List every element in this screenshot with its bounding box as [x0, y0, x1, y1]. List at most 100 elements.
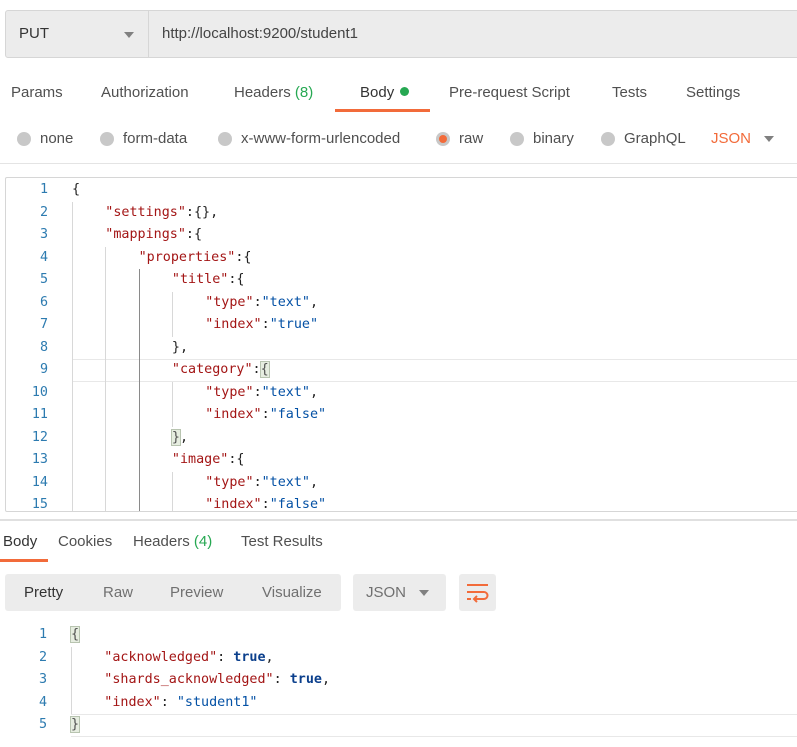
code-token-punc: , — [310, 384, 319, 400]
radio-circle-icon — [17, 131, 31, 146]
code-line: }, — [72, 427, 797, 450]
code-token-str: "false" — [269, 497, 327, 512]
line-number: 5 — [39, 272, 48, 287]
tab-pre-request-script[interactable]: Pre-request Script — [449, 84, 570, 101]
code-token-key: "acknowledged" — [104, 649, 218, 665]
code-token-str: "student1" — [176, 694, 258, 710]
view-pretty-button[interactable]: Pretty — [24, 584, 63, 601]
code-token-key: "index" — [205, 317, 262, 332]
line-number: 1 — [39, 182, 48, 197]
chevron-down-icon[interactable] — [764, 136, 774, 142]
line-number: 2 — [39, 204, 48, 220]
code-token-punc: : — [252, 362, 261, 377]
line-number: 5 — [38, 717, 47, 732]
radio-binary[interactable]: binary — [510, 130, 574, 147]
tab-label: Body — [360, 84, 395, 101]
code-line: "acknowledged": true, — [71, 647, 797, 670]
pane-divider[interactable] — [0, 519, 797, 521]
method-select[interactable]: PUT — [6, 11, 149, 57]
line-number: 13 — [31, 452, 48, 467]
code-token-punc: : — [253, 384, 262, 400]
code-token-punc: : — [253, 294, 262, 310]
indent-guide — [138, 269, 140, 511]
line-number: 10 — [31, 384, 48, 400]
tab-tests[interactable]: Tests — [612, 84, 647, 101]
radio-label: binary — [533, 130, 574, 147]
code-token-punc: : — [160, 694, 177, 710]
radio-label: none — [40, 130, 74, 147]
line-number: 9 — [39, 362, 48, 377]
url-input[interactable]: http://localhost:9200/student1 — [162, 25, 358, 42]
code-token-punc: :{ — [228, 272, 245, 287]
wrap-icon — [467, 584, 489, 603]
indent-guide — [171, 381, 173, 427]
active-tab-indicator — [335, 109, 430, 112]
tab-params[interactable]: Params — [11, 84, 63, 101]
view-raw-button[interactable]: Raw — [103, 584, 133, 601]
radio-circle-icon — [218, 131, 232, 146]
indent-guide — [71, 646, 72, 714]
code-token-str: "true" — [269, 317, 319, 332]
green-dot-icon — [400, 87, 410, 96]
radio-circle-icon — [100, 131, 114, 146]
code-token-key: "settings" — [105, 204, 186, 220]
line-number: 14 — [31, 474, 48, 490]
code-token-key: "index" — [205, 497, 262, 512]
radio-label: raw — [459, 130, 484, 147]
response-tab-test-results[interactable]: Test Results — [241, 533, 323, 550]
line-number: 8 — [39, 339, 48, 355]
code-token-punc: { — [72, 182, 81, 197]
code-line: { — [72, 179, 797, 202]
view-preview-button[interactable]: Preview — [170, 584, 223, 601]
wrap-lines-button[interactable] — [459, 574, 496, 611]
code-token-punc: , — [265, 649, 274, 665]
code-line: "mappings":{ — [72, 224, 797, 247]
response-format-select[interactable]: JSON — [353, 574, 446, 611]
response-body-viewer[interactable]: 1 {2 "acknowledged": true, 3 "shards_acknowl… — [5, 624, 797, 747]
response-tab-body[interactable]: Body — [3, 533, 37, 550]
code-token-key: "category" — [171, 362, 253, 377]
chevron-down-icon — [124, 32, 134, 38]
request-body-editor[interactable]: 1{2 "settings":{}, 3 "mappings":{4 "properti… — [5, 177, 797, 512]
code-token-brk: { — [259, 361, 270, 378]
view-visualize-button[interactable]: Visualize — [262, 584, 322, 601]
response-tab-cookies[interactable]: Cookies — [58, 533, 112, 550]
code-line: "index": "student1" — [71, 692, 797, 715]
code-line: "title":{ — [72, 269, 797, 292]
radio-form-data[interactable]: form-data — [100, 130, 187, 147]
line-number: 2 — [38, 649, 47, 665]
indent-guide — [72, 201, 73, 511]
radio-circle-icon — [601, 131, 615, 146]
headers-count: (4) — [193, 533, 213, 550]
code-line: "index":"false" — [72, 494, 797, 512]
radio-GraphQL[interactable]: GraphQL — [601, 130, 686, 147]
raw-format-select[interactable]: JSON — [711, 130, 751, 147]
code-token-key: "properties" — [138, 249, 236, 265]
code-line: "index":"false" — [72, 404, 797, 427]
code-token-punc: :{ — [185, 227, 203, 242]
line-number: 11 — [31, 407, 48, 422]
radio-raw[interactable]: raw — [436, 130, 483, 147]
tab-body[interactable]: Body — [360, 84, 410, 101]
radio-none[interactable]: none — [17, 130, 73, 147]
tab-authorization[interactable]: Authorization — [101, 84, 189, 101]
line-number: 7 — [39, 317, 48, 332]
tab-headers[interactable]: Headers (8) — [234, 84, 313, 101]
code-token-str: "text" — [261, 474, 310, 490]
code-line: "properties":{ — [72, 247, 797, 270]
indent-guide — [105, 246, 107, 511]
code-line: "settings":{}, — [72, 202, 797, 225]
line-number: 1 — [38, 627, 47, 642]
code-token-punc: : — [261, 497, 270, 512]
tab-settings[interactable]: Settings — [686, 84, 740, 101]
radio-label: form-data — [123, 130, 188, 147]
code-token-punc: : — [261, 317, 270, 332]
line-number: 4 — [39, 249, 48, 265]
code-token-brk: } — [69, 716, 81, 733]
radio-label: GraphQL — [624, 130, 686, 147]
response-tab-headers[interactable]: Headers (4) — [133, 533, 212, 550]
radio-x-www-form-urlencoded[interactable]: x-www-form-urlencoded — [218, 130, 400, 147]
radio-circle-icon — [510, 131, 524, 146]
code-token-key: "type" — [205, 294, 254, 310]
code-token-key: "image" — [171, 452, 229, 467]
